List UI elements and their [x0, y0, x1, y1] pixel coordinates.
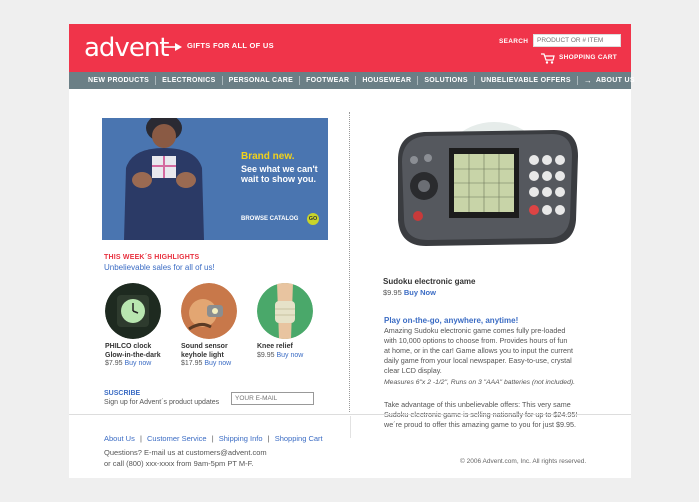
highlights-title: THIS WEEK´S HIGHLIGHTS	[104, 254, 200, 261]
product-price: $17.95 Buy now	[181, 360, 232, 367]
featured-product-title[interactable]: Sudoku electronic game	[383, 277, 475, 286]
arrow-right-icon: →	[583, 76, 592, 85]
offer-text: Take advantage of this unbelievable offe…	[384, 400, 578, 429]
nav-item-solutions[interactable]: SOLUTIONS	[418, 76, 475, 85]
buy-now-link[interactable]: Buy now	[276, 352, 303, 359]
footer-link-about-us[interactable]: About Us	[104, 434, 135, 443]
hero-text: See what we can't wait to show you.	[241, 164, 318, 184]
shopping-cart-link[interactable]: SHOPPING CART	[559, 54, 617, 61]
description-text: Amazing Sudoku electronic game comes ful…	[384, 326, 573, 375]
buy-now-link[interactable]: Buy now	[124, 360, 151, 367]
footer-link-shipping-info[interactable]: Shipping Info	[219, 434, 263, 443]
product-price: $9.95 Buy now	[257, 352, 304, 359]
browse-catalog-link[interactable]: BROWSE CATALOG	[241, 216, 298, 222]
footer-column-divider	[350, 416, 351, 438]
subscribe-text: Sign up for Advent´s product updates	[104, 399, 220, 406]
footer-divider	[69, 414, 631, 415]
link-separator: |	[211, 434, 214, 443]
product-name: PHILCO clock Glow-in-the-dark	[105, 343, 161, 359]
product-name: Knee relief	[257, 343, 293, 350]
footer-contact: Questions? E-mail us at customers@advent…	[104, 448, 267, 468]
nav-item-housewear[interactable]: HOUSEWEAR	[356, 76, 419, 85]
knee-relief-product-image[interactable]	[257, 283, 313, 339]
search-label: SEARCH	[499, 38, 529, 45]
buy-now-link[interactable]: Buy Now	[404, 288, 436, 297]
brand-logo[interactable]: advent	[84, 33, 169, 63]
logo-arrow-icon	[164, 43, 182, 51]
copyright: © 2006 Advent.com, Inc. All rights reser…	[460, 458, 587, 465]
shopping-cart-icon[interactable]	[541, 53, 555, 64]
column-divider	[349, 112, 350, 412]
site-header: advent GIFTS FOR ALL OF US SEARCH SHOPPI…	[69, 24, 631, 72]
product-price: $7.95 Buy now	[105, 360, 152, 367]
hero-title: Brand new.	[241, 151, 295, 162]
footer-links: About Us | Customer Service | Shipping I…	[104, 434, 323, 443]
sudoku-device-image[interactable]	[384, 120, 584, 260]
search-input[interactable]	[533, 34, 621, 47]
page: advent GIFTS FOR ALL OF US SEARCH SHOPPI…	[69, 24, 634, 478]
link-separator: |	[139, 434, 142, 443]
subscribe-title: SUSCRIBE	[104, 390, 141, 397]
footer-link-customer-service[interactable]: Customer Service	[147, 434, 207, 443]
buy-now-link[interactable]: Buy now	[204, 360, 231, 367]
nav-item-electronics[interactable]: ELECTRONICS	[156, 76, 223, 85]
nav-item-new-products[interactable]: NEW PRODUCTS	[69, 76, 157, 85]
featured-product-price: $9.95 Buy Now	[383, 288, 436, 297]
product-name: Sound sensor keyhole light	[181, 343, 228, 359]
clock-product-image[interactable]	[105, 283, 161, 339]
nav-item-unbelievable-offers[interactable]: UNBELIEVABLE OFFERS	[475, 76, 578, 85]
email-field[interactable]	[231, 392, 314, 405]
nav-item-about-us[interactable]: ABOUT US	[592, 76, 641, 85]
go-button[interactable]: GO	[307, 213, 319, 225]
main-nav: NEW PRODUCTS ELECTRONICS PERSONAL CARE F…	[69, 72, 634, 89]
product-dimensions-note: Measures 6"x 2 -1/2", Runs on 3 "AAA" ba…	[384, 379, 575, 386]
nav-item-personal-care[interactable]: PERSONAL CARE	[223, 76, 301, 85]
person-holding-gift-image	[102, 118, 222, 240]
link-separator: |	[267, 434, 270, 443]
tagline: GIFTS FOR ALL OF US	[187, 41, 274, 50]
hero-banner[interactable]: Brand new. See what we can't wait to sho…	[102, 118, 328, 240]
keyhole-light-product-image[interactable]	[181, 283, 237, 339]
footer-link-shopping-cart[interactable]: Shopping Cart	[275, 434, 323, 443]
description-title: Play on-the-go, anywhere, anytime!	[384, 316, 519, 325]
highlights-subtitle: Unbelievable sales for all of us!	[104, 263, 215, 272]
nav-item-footwear[interactable]: FOOTWEAR	[300, 76, 357, 85]
